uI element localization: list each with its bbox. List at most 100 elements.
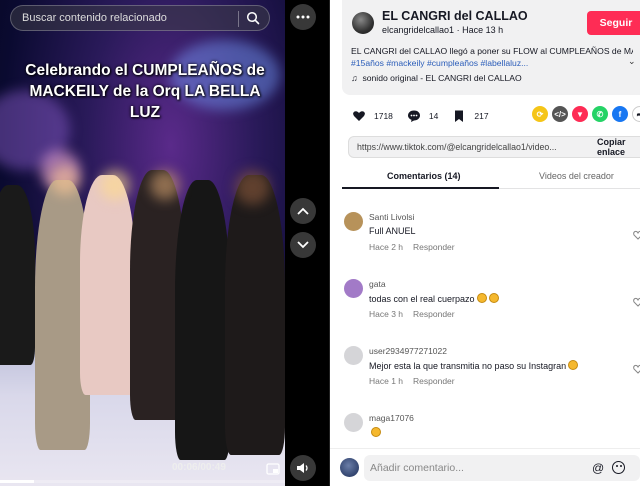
- post-description: EL CANGRI del CALLAO llegó a poner su FL…: [351, 45, 633, 69]
- share-more-icon[interactable]: ➦: [632, 106, 640, 122]
- reply-button[interactable]: Responder: [413, 242, 455, 252]
- stats-row: 1718 14 217: [352, 106, 503, 126]
- reply-button[interactable]: Responder: [413, 309, 455, 319]
- chevron-down-icon: [297, 241, 309, 249]
- tab-creator-videos[interactable]: Videos del creador: [539, 171, 614, 181]
- commenter-avatar[interactable]: [344, 279, 363, 298]
- comment-emojis: [369, 427, 381, 438]
- author-avatar[interactable]: [352, 12, 374, 34]
- comment-text: [369, 427, 381, 438]
- details-pane: EL CANGRI del CALLAO elcangridelcallao1 …: [330, 0, 640, 486]
- comment-body: todas con el real cuerpazo: [369, 294, 475, 304]
- embed-icon[interactable]: </>: [552, 106, 568, 122]
- emoji-picker-icon[interactable]: [612, 461, 625, 474]
- save-count: 217: [474, 111, 489, 121]
- picture-in-picture-icon[interactable]: [266, 462, 280, 476]
- author-name[interactable]: EL CANGRI del CALLAO: [382, 9, 528, 23]
- comment-item: gata todas con el real cuerpazo Hace 3 h…: [342, 267, 640, 334]
- video-link-url[interactable]: https://www.tiktok.com/@elcangridelcalla…: [357, 142, 557, 152]
- post-info-card: EL CANGRI del CALLAO elcangridelcallao1 …: [342, 0, 640, 95]
- comment-time: Hace 3 h: [369, 309, 404, 319]
- hashtag-link[interactable]: #cumpleaños: [427, 58, 478, 68]
- chevron-up-icon: [297, 207, 309, 215]
- hashtag-link[interactable]: #labellaluz...: [481, 58, 529, 68]
- follow-button[interactable]: Seguir: [587, 11, 640, 35]
- video-time: 00:06/00:49: [172, 462, 226, 473]
- comment-item: Santi Livolsi Full ANUEL Hace 2 h Respond…: [342, 200, 640, 267]
- copy-link-button[interactable]: Copiar enlace: [589, 137, 640, 157]
- tab-comments[interactable]: Comentarios (14): [387, 171, 461, 181]
- previous-video-button[interactable]: [290, 198, 316, 224]
- comment-text: Mejor esta la que transmitia no paso su …: [369, 360, 579, 371]
- like-count: 1718: [374, 111, 393, 121]
- whatsapp-icon[interactable]: ✆: [592, 106, 608, 122]
- expand-description-icon[interactable]: ⌄: [628, 56, 640, 67]
- mention-icon[interactable]: @: [592, 461, 604, 475]
- author-handle[interactable]: elcangridelcallao1: [382, 25, 454, 35]
- commenter-name[interactable]: user2934977271022: [369, 346, 447, 356]
- author-handle-line: elcangridelcallao1 · Hace 13 h: [382, 25, 503, 35]
- comment-time: Hace 1 h: [369, 376, 404, 386]
- emoji-icon: [476, 293, 487, 303]
- comment-meta: Hace 3 h Responder: [369, 309, 455, 319]
- commenter-avatar[interactable]: [344, 212, 363, 231]
- comment-icon: [407, 110, 420, 122]
- save-stat[interactable]: 217: [452, 109, 489, 123]
- video-pane: Celebrando el CUMPLEAÑOS de MACKEILY de …: [0, 0, 330, 486]
- emoji-icon: [568, 360, 579, 370]
- comment-emojis: [566, 360, 579, 371]
- more-options-button[interactable]: [290, 4, 316, 30]
- volume-button[interactable]: [290, 455, 316, 481]
- hashtag-link[interactable]: #mackeily: [386, 58, 424, 68]
- comment-list: Santi Livolsi Full ANUEL Hace 2 h Respond…: [342, 200, 640, 468]
- comment-meta: Hace 1 h Responder: [369, 376, 455, 386]
- commenter-name[interactable]: maga17076: [369, 413, 414, 423]
- comment-item: user2934977271022 Mejor esta la que tran…: [342, 334, 640, 401]
- comment-composer: @: [330, 448, 640, 486]
- commenter-avatar[interactable]: [344, 346, 363, 365]
- search-input[interactable]: Buscar contenido relacionado: [22, 12, 167, 24]
- active-tab-indicator: [342, 187, 499, 189]
- comment-time: Hace 2 h: [369, 242, 404, 252]
- music-note-icon: ♫: [351, 73, 358, 83]
- music-title[interactable]: sonido original - EL CANGRI del CALLAO: [362, 73, 521, 83]
- commenter-avatar[interactable]: [344, 413, 363, 432]
- comment-emojis: [475, 293, 499, 304]
- search-bar[interactable]: Buscar contenido relacionado: [10, 5, 270, 31]
- tab-bar: Comentarios (14) Videos del creador: [342, 165, 640, 189]
- bookmark-icon: [455, 110, 464, 122]
- comment-body: Full ANUEL: [369, 226, 416, 236]
- like-stat[interactable]: 1718: [352, 109, 393, 123]
- volume-icon: [297, 463, 308, 473]
- facebook-icon[interactable]: f: [612, 106, 628, 122]
- comment-stat[interactable]: 14: [407, 109, 438, 123]
- next-video-button[interactable]: [290, 232, 316, 258]
- video-caption: Celebrando el CUMPLEAÑOS de MACKEILY de …: [25, 62, 265, 121]
- comment-meta: Hace 2 h Responder: [369, 242, 455, 252]
- reply-button[interactable]: Responder: [413, 376, 455, 386]
- comment-like-icon[interactable]: [633, 364, 640, 374]
- more-dots-icon: [296, 15, 310, 19]
- video-progress-bar[interactable]: [0, 480, 285, 483]
- post-hashtags: #15años #mackeily #cumpleaños #labellalu…: [351, 57, 633, 69]
- repost-icon[interactable]: ⟳: [532, 106, 548, 122]
- commenter-name[interactable]: gata: [369, 279, 386, 289]
- current-user-avatar[interactable]: [340, 458, 359, 477]
- emoji-icon: [371, 427, 381, 437]
- hashtag-link[interactable]: #15años: [351, 58, 384, 68]
- share-icons: ⟳ </> ▼ ✆ f ➦: [532, 106, 640, 122]
- comment-like-icon[interactable]: [633, 297, 640, 307]
- comment-count: 14: [428, 111, 439, 121]
- comment-text: todas con el real cuerpazo: [369, 293, 499, 304]
- send-icon[interactable]: ▼: [572, 106, 588, 122]
- post-time: Hace 13 h: [462, 25, 504, 35]
- video-player[interactable]: Celebrando el CUMPLEAÑOS de MACKEILY de …: [0, 0, 285, 486]
- comment-text: Full ANUEL: [369, 226, 416, 236]
- comment-like-icon[interactable]: [633, 230, 640, 240]
- commenter-name[interactable]: Santi Livolsi: [369, 212, 414, 222]
- link-box: https://www.tiktok.com/@elcangridelcalla…: [348, 136, 640, 158]
- search-icon[interactable]: [246, 11, 260, 25]
- emoji-icon: [488, 293, 499, 303]
- comment-body: Mejor esta la que transmitia no paso su …: [369, 361, 567, 371]
- music-row[interactable]: ♫ sonido original - EL CANGRI del CALLAO: [351, 73, 522, 83]
